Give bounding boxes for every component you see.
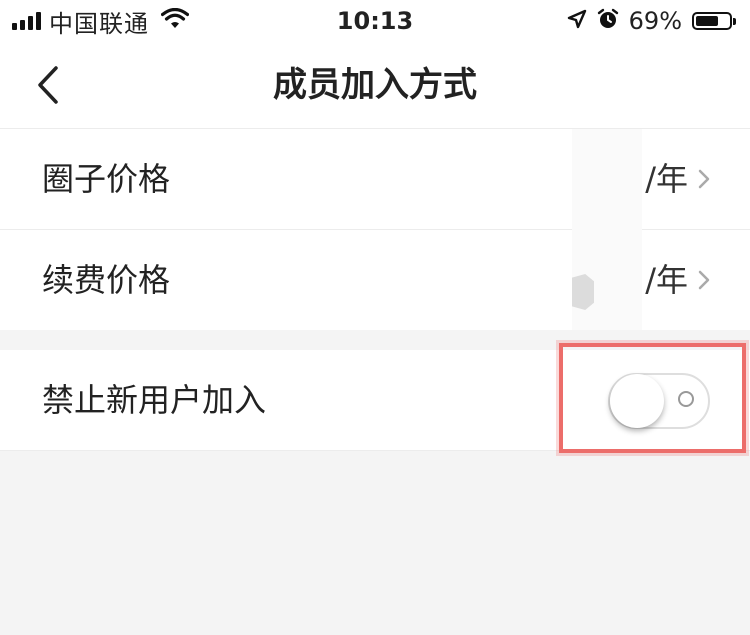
battery-icon <box>692 12 736 30</box>
battery-level <box>696 16 719 26</box>
price-value-text: /年 <box>645 160 688 198</box>
chevron-right-icon <box>698 270 710 290</box>
setting-label: 禁止新用户加入 <box>42 381 267 419</box>
redacted-shape <box>572 274 594 310</box>
status-right: 69% <box>567 6 736 36</box>
location-arrow-icon <box>567 9 587 33</box>
battery-percent: 69% <box>628 7 682 35</box>
highlight-annotation <box>559 343 746 453</box>
alarm-icon <box>597 8 619 34</box>
setting-label: 续费价格 <box>42 261 171 299</box>
page-title: 成员加入方式 <box>273 65 477 105</box>
price-value-text: /年 <box>645 261 688 299</box>
setting-value: /年 <box>645 159 710 199</box>
navigation-bar: 成员加入方式 <box>0 42 750 129</box>
setting-value: /年 <box>645 260 710 300</box>
status-bar: 中国联通 10:13 69% <box>0 0 750 42</box>
chevron-right-icon <box>698 169 710 189</box>
setting-label: 圈子价格 <box>42 160 171 198</box>
